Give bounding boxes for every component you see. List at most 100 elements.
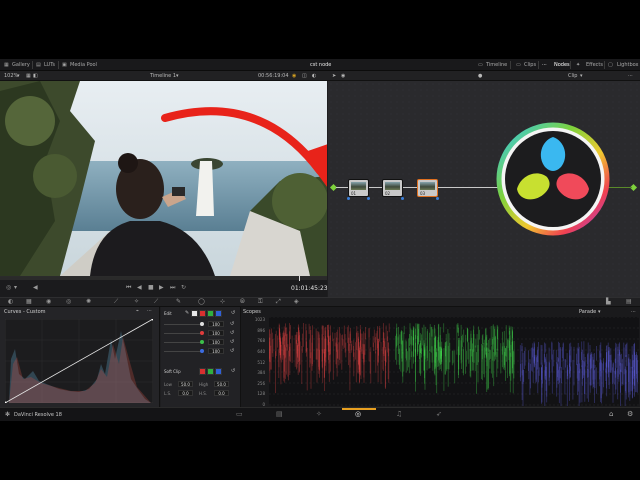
channel-red-button[interactable] xyxy=(199,310,206,317)
channel-white-button[interactable] xyxy=(191,310,198,317)
clip-mode-select[interactable]: Clip xyxy=(568,73,577,79)
timeline-select[interactable]: Timeline 1 xyxy=(150,73,176,79)
color-wheels-icon[interactable]: ◉ xyxy=(46,299,51,305)
skip-back-icon[interactable]: ⏮ xyxy=(126,285,131,291)
playhead[interactable] xyxy=(299,276,300,281)
hdr-icon[interactable]: ✺ xyxy=(86,299,91,305)
nodes-button[interactable]: Nodes xyxy=(554,62,570,68)
key-icon[interactable]: ⚿ xyxy=(258,299,263,305)
info-icon[interactable]: ▤ xyxy=(626,299,632,305)
effects-icon[interactable]: ✦ xyxy=(576,62,580,68)
lightbox-icon[interactable]: ▢ xyxy=(608,62,613,68)
loop-icon[interactable]: ↻ xyxy=(181,285,186,291)
curve-graph[interactable] xyxy=(5,319,153,403)
lightbox-button[interactable]: Lightbox xyxy=(617,62,639,68)
chevron-down-icon[interactable]: ▾ xyxy=(17,73,20,79)
grid-icon[interactable]: ▦ xyxy=(26,73,31,79)
node-output-port[interactable] xyxy=(367,197,370,200)
audio-page-icon[interactable]: ♫ xyxy=(396,410,402,418)
eyedropper-icon[interactable]: ✎ xyxy=(176,299,181,305)
node-02[interactable]: 02 xyxy=(382,179,403,197)
sync-icon[interactable]: ◉ xyxy=(292,73,296,79)
edit-page-icon[interactable]: ▤ xyxy=(276,410,283,418)
nodes-icon[interactable]: ⋯ xyxy=(542,62,547,68)
timeline-button[interactable]: Timeline xyxy=(486,62,507,68)
rgb-mixer-icon[interactable]: ◎ xyxy=(66,299,71,305)
channel-value-field[interactable]: 100 xyxy=(208,330,224,336)
node-settings-icon[interactable]: ◉ xyxy=(341,73,345,79)
media-pool-button[interactable]: Media Pool xyxy=(70,62,97,68)
chevron-down-icon[interactable]: ▾ xyxy=(580,73,583,79)
effects-button[interactable]: Effects xyxy=(586,62,603,68)
chevron-down-icon[interactable]: ▾ xyxy=(598,309,601,315)
play-icon[interactable]: ▶ xyxy=(159,285,164,291)
stop-icon[interactable]: ■ xyxy=(148,285,154,291)
play-reverse-icon[interactable]: ◀ xyxy=(137,285,142,291)
low-field[interactable]: 50.0 xyxy=(178,381,193,387)
reset-icon[interactable]: ↺ xyxy=(230,321,234,327)
node-input-port[interactable] xyxy=(347,197,350,200)
clips-icon[interactable]: ▭ xyxy=(516,62,521,68)
chevron-down-icon[interactable]: ▾ xyxy=(14,285,17,291)
pencil-icon[interactable]: ✎ xyxy=(185,310,189,316)
softclip-green-button[interactable] xyxy=(207,368,214,375)
link-icon[interactable]: ⌁ xyxy=(136,308,139,314)
sizing-icon[interactable]: ⤢ xyxy=(276,299,281,305)
media-pool-icon[interactable]: ▣ xyxy=(62,62,67,68)
chevron-down-icon[interactable]: ▾ xyxy=(176,73,179,79)
gallery-icon[interactable]: ▦ xyxy=(4,62,9,68)
reset-icon[interactable]: ↺ xyxy=(230,330,234,336)
3d-icon[interactable]: ◈ xyxy=(294,299,299,305)
gallery-button[interactable]: Gallery xyxy=(12,62,30,68)
curves-icon[interactable]: ⟋ xyxy=(114,299,118,305)
home-icon[interactable]: ⌂ xyxy=(609,410,613,418)
wipe-icon[interactable]: ◫ xyxy=(302,73,307,79)
scrubber-track[interactable] xyxy=(0,276,327,281)
more-options-icon[interactable]: ⋯ xyxy=(631,309,636,315)
reset-icon[interactable]: ↺ xyxy=(230,348,234,354)
node-output-port[interactable] xyxy=(436,197,439,200)
timeline-icon[interactable]: ▭ xyxy=(478,62,483,68)
channel-value-field[interactable]: 100 xyxy=(208,339,224,345)
scope-mode-select[interactable]: Parade xyxy=(579,309,596,315)
skip-forward-icon[interactable]: ⏭ xyxy=(170,285,175,291)
node-01[interactable]: 01 xyxy=(348,179,369,197)
high-field[interactable]: 50.0 xyxy=(214,381,229,387)
color-page-icon[interactable]: ◎ xyxy=(355,410,361,418)
reset-icon[interactable]: ↺ xyxy=(230,339,234,345)
node-03[interactable]: 03 xyxy=(417,179,438,197)
highlight-icon[interactable]: ◐ xyxy=(312,73,316,79)
channel-value-field[interactable]: 100 xyxy=(208,348,224,354)
deliver-page-icon[interactable]: ➶ xyxy=(436,410,442,418)
settings-icon[interactable]: ⚙ xyxy=(627,410,633,418)
node-editor[interactable]: 01 02 03 xyxy=(328,81,640,297)
reset-icon[interactable]: ↺ xyxy=(231,368,235,374)
pointer-icon[interactable]: ➤ xyxy=(332,73,336,79)
softclip-blue-button[interactable] xyxy=(215,368,222,375)
camera-raw-icon[interactable]: ◐ xyxy=(8,299,13,305)
channel-value-field[interactable]: 100 xyxy=(208,321,224,327)
node-output-port[interactable] xyxy=(401,197,404,200)
luts-icon[interactable]: ▤ xyxy=(36,62,41,68)
softclip-red-button[interactable] xyxy=(199,368,206,375)
ls-field[interactable]: 0.0 xyxy=(178,390,193,396)
luts-button[interactable]: LUTs xyxy=(44,62,55,68)
hs-field[interactable]: 0.0 xyxy=(214,390,229,396)
window-icon[interactable]: ◯ xyxy=(198,299,205,305)
channel-green-button[interactable] xyxy=(207,310,214,317)
channel-blue-button[interactable] xyxy=(215,310,222,317)
clips-button[interactable]: Clips xyxy=(524,62,536,68)
qualifier-icon[interactable]: ⟋ xyxy=(154,299,158,305)
reset-icon[interactable]: ↺ xyxy=(231,310,235,316)
speaker-icon[interactable]: ◀ xyxy=(33,285,38,291)
more-options-icon[interactable]: ⋯ xyxy=(147,308,152,314)
more-options-icon[interactable]: ⋯ xyxy=(628,73,633,79)
color-match-icon[interactable]: ▦ xyxy=(26,299,32,305)
split-icon[interactable]: ◧ xyxy=(33,73,38,79)
video-viewer[interactable] xyxy=(0,81,327,276)
scopes-toggle-icon[interactable]: ▙ xyxy=(606,299,611,305)
blur-icon[interactable]: ⦾ xyxy=(240,299,245,305)
cut-page-icon[interactable]: ▭ xyxy=(236,410,243,418)
warper-icon[interactable]: ✧ xyxy=(134,299,139,305)
fusion-page-icon[interactable]: ✧ xyxy=(316,410,322,418)
